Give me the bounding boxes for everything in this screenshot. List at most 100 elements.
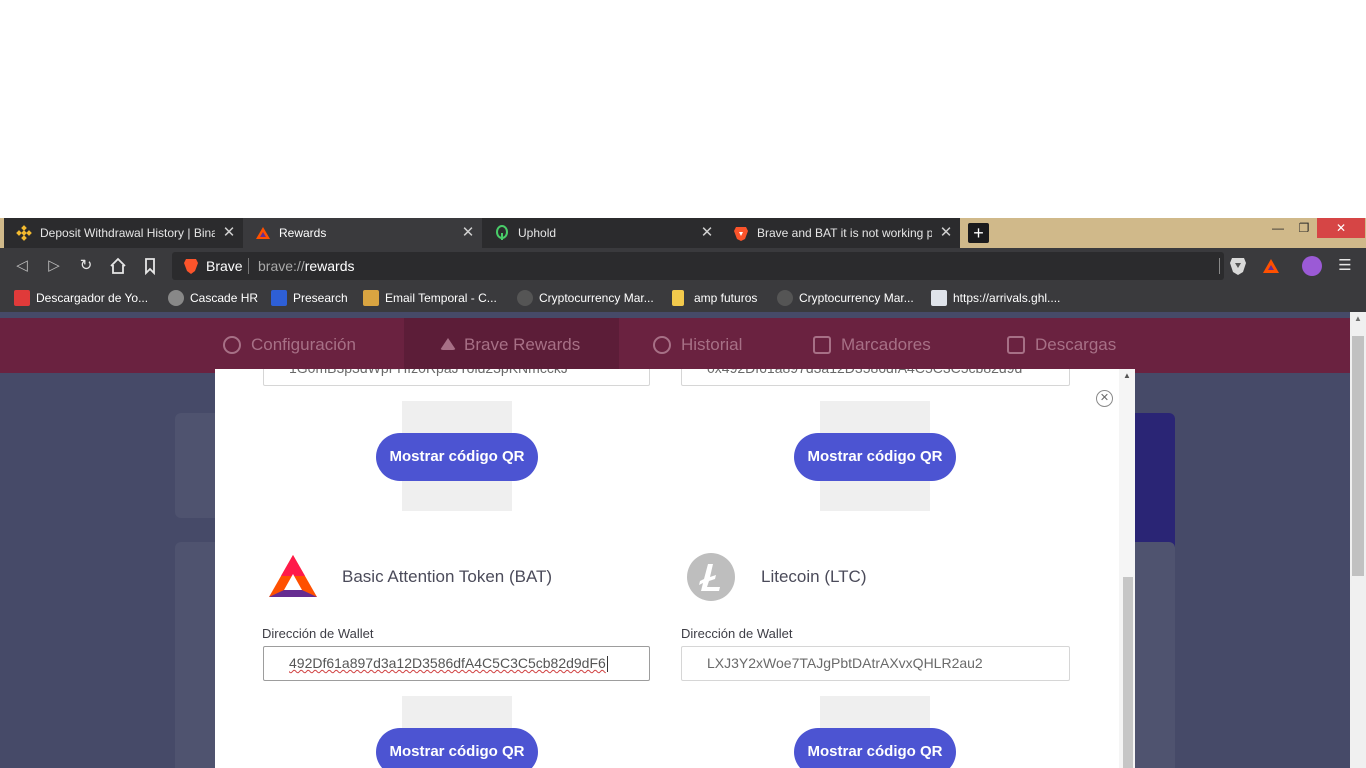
bookmarks-bar: Descargador de Yo... Cascade HR Presearc… <box>0 284 1366 312</box>
coinmarket-icon <box>517 290 533 306</box>
bookmark-label: https://arrivals.ghl.... <box>953 291 1061 305</box>
nav-configuracion[interactable]: Configuración <box>223 318 356 373</box>
settings-nav: Configuración Brave Rewards Historial Ma… <box>0 318 1350 373</box>
show-qr-button[interactable]: Mostrar código QR <box>794 728 956 768</box>
bat-logo-icon <box>269 555 317 597</box>
address-bar[interactable]: Brave brave://rewards <box>172 252 1224 280</box>
brave-icon <box>734 227 748 241</box>
nav-brave-rewards[interactable]: Brave Rewards <box>404 318 619 373</box>
litecoin-logo-icon <box>687 553 735 601</box>
tab-close-icon[interactable]: ✕ <box>460 218 476 248</box>
bookmark-item[interactable]: Cascade HR <box>168 284 258 312</box>
eth-address-field[interactable]: 0x492Df61a897d3a12D3586dfA4C5C3C5cb82d9d <box>681 369 1070 386</box>
omnibox-divider <box>248 258 249 274</box>
brave-icon <box>184 259 198 274</box>
tab-title: Rewards <box>279 226 327 240</box>
nav-descargas[interactable]: Descargas <box>1007 318 1116 373</box>
tab-close-icon[interactable]: ✕ <box>221 218 237 248</box>
bookmark-item[interactable]: https://arrivals.ghl.... <box>931 284 1060 312</box>
modal-scroll-thumb[interactable] <box>1123 577 1133 768</box>
bookmark-label: amp futuros <box>694 291 758 305</box>
bookmark-item[interactable]: Presearch <box>271 284 348 312</box>
nav-label: Brave Rewards <box>464 335 581 354</box>
gear-icon <box>223 336 241 354</box>
tab-title: Brave and BAT it is not working properly <box>757 226 932 240</box>
bat-rewards-icon[interactable] <box>1261 256 1281 276</box>
bookmark-item[interactable]: Cryptocurrency Mar... <box>517 284 654 312</box>
nav-label: Historial <box>681 335 743 354</box>
tab-close-icon[interactable]: ✕ <box>938 218 954 248</box>
coin-name: Litecoin (LTC) <box>761 567 867 586</box>
scroll-up-icon[interactable]: ▲ <box>1119 371 1135 380</box>
globe-icon <box>168 290 184 306</box>
page-scrollbar[interactable]: ▲ <box>1350 312 1366 768</box>
close-icon[interactable]: ✕ <box>1096 390 1113 407</box>
omnibox-label: Brave <box>206 258 243 274</box>
nav-label: Configuración <box>251 335 356 354</box>
bookmark-label: Cryptocurrency Mar... <box>799 291 914 305</box>
tab-title: Uphold <box>518 226 557 240</box>
bookmark-icon <box>813 336 831 354</box>
omnibox-url[interactable]: brave://rewards <box>258 252 355 280</box>
show-qr-button[interactable]: Mostrar código QR <box>376 433 538 481</box>
menu-icon[interactable]: ☰ <box>1336 257 1354 275</box>
bat-icon <box>440 338 456 350</box>
bookmark-icon[interactable] <box>141 257 159 275</box>
tab-title: Deposit Withdrawal History | Binance <box>40 226 215 240</box>
history-icon <box>653 336 671 354</box>
coin-name: Basic Attention Token (BAT) <box>342 567 553 586</box>
nav-label: Descargas <box>1035 335 1117 354</box>
window-close-icon[interactable]: ✕ <box>1317 218 1365 238</box>
nav-marcadores[interactable]: Marcadores <box>813 318 931 373</box>
profile-avatar[interactable] <box>1302 256 1322 276</box>
tab-rewards[interactable]: Rewards ✕ <box>243 218 482 248</box>
mail-icon <box>363 290 379 306</box>
restore-icon[interactable]: ❐ <box>1289 218 1319 238</box>
show-qr-button[interactable]: Mostrar código QR <box>794 433 956 481</box>
btc-address-field[interactable]: 1G0mB3p3dWpFHfz0RpaJYold23pKNmcckJ <box>263 369 650 386</box>
presearch-icon <box>271 290 287 306</box>
new-tab-button[interactable]: + <box>968 223 989 243</box>
bookmark-label: Email Temporal - C... <box>385 291 497 305</box>
url-host: rewards <box>304 258 355 274</box>
bookmark-item[interactable]: Descargador de Yo... <box>14 284 148 312</box>
bookmark-item[interactable]: Email Temporal - C... <box>363 284 497 312</box>
scroll-up-icon[interactable]: ▲ <box>1350 314 1366 323</box>
bookmark-label: Descargador de Yo... <box>36 291 149 305</box>
bat-address-value: 492Df61a897d3a12D3586dfA4C5C3C5cb82d9dF6 <box>289 655 606 671</box>
modal-scrollbar[interactable]: ▲ <box>1119 369 1135 768</box>
tab-close-icon[interactable]: ✕ <box>699 218 715 248</box>
forward-icon[interactable]: ▷ <box>45 257 63 275</box>
folder-icon <box>672 290 684 306</box>
wallet-address-label: Dirección de Wallet <box>681 626 793 641</box>
home-icon[interactable] <box>109 257 127 275</box>
bookmark-item[interactable]: amp futuros <box>672 284 757 312</box>
bookmark-item[interactable]: Cryptocurrency Mar... <box>777 284 914 312</box>
bookmark-label: Cascade HR <box>190 291 259 305</box>
tab-brave-forum[interactable]: Brave and BAT it is not working properly… <box>721 218 960 248</box>
wallet-address-label: Dirección de Wallet <box>262 626 374 641</box>
tab-uphold[interactable]: Uphold ✕ <box>482 218 721 248</box>
tab-binance[interactable]: Deposit Withdrawal History | Binance ✕ <box>4 218 243 248</box>
download-icon <box>14 290 30 306</box>
binance-icon <box>16 225 32 241</box>
nav-historial[interactable]: Historial <box>653 318 742 373</box>
page-scroll-thumb[interactable] <box>1352 336 1364 576</box>
add-funds-modal: 1G0mB3p3dWpFHfz0RpaJYold23pKNmcckJ 0x492… <box>215 369 1135 768</box>
bookmark-label: Cryptocurrency Mar... <box>539 291 654 305</box>
url-scheme: brave:// <box>258 258 305 274</box>
ltc-address-field[interactable]: LXJ3Y2xWoe7TAJgPbtDAtrAXvxQHLR2au2 <box>681 646 1070 681</box>
bat-icon <box>256 227 270 239</box>
tab-strip: Deposit Withdrawal History | Binance ✕ R… <box>0 218 1366 248</box>
text-caret <box>606 656 608 673</box>
show-qr-button[interactable]: Mostrar código QR <box>376 728 538 768</box>
bat-address-field[interactable]: 492Df61a897d3a12D3586dfA4C5C3C5cb82d9dF6 <box>263 646 650 681</box>
reload-icon[interactable]: ↻ <box>77 257 95 275</box>
download-icon <box>1007 336 1025 354</box>
back-icon[interactable]: ◁ <box>13 257 31 275</box>
blank-area <box>0 0 1366 218</box>
coinmarket-icon <box>777 290 793 306</box>
page-icon <box>931 290 947 306</box>
brave-shields-icon[interactable] <box>1228 256 1248 276</box>
nav-label: Marcadores <box>841 335 931 354</box>
